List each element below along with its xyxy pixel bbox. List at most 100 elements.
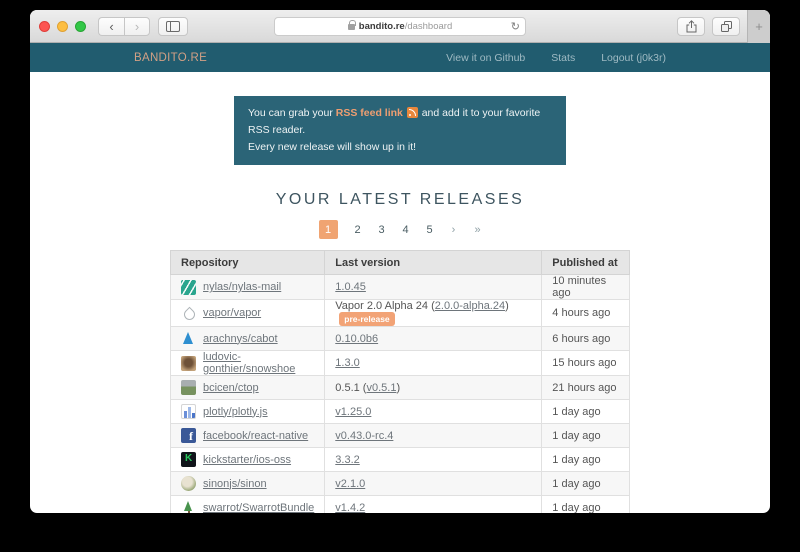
version-link[interactable]: 2.0.0-alpha.24 bbox=[435, 300, 505, 312]
rss-icon[interactable] bbox=[407, 107, 418, 118]
header-repository: Repository bbox=[171, 251, 325, 275]
browser-window: ‹ › bandito.re/dashboard ↻ bbox=[30, 10, 770, 513]
published-cell: 1 day ago bbox=[542, 496, 630, 514]
table-header-row: Repository Last version Published at bbox=[171, 251, 630, 275]
header-published-at: Published at bbox=[542, 251, 630, 275]
table-row: kickstarter/ios-oss 3.3.2 1 day ago bbox=[171, 448, 630, 472]
prerelease-badge: pre-release bbox=[339, 312, 394, 326]
repo-link[interactable]: facebook/react-native bbox=[203, 430, 308, 442]
rss-feed-link[interactable]: RSS feed link bbox=[336, 107, 403, 119]
version-suffix: ) bbox=[396, 382, 400, 394]
repo-icon bbox=[181, 476, 196, 491]
releases-table-body: nylas/nylas-mail 1.0.45 10 minutes ago v… bbox=[171, 275, 630, 514]
new-tab-button[interactable]: + bbox=[747, 10, 770, 43]
page-item[interactable]: » bbox=[474, 224, 482, 236]
rss-notice-line2: Every new release will show up in it! bbox=[248, 139, 552, 156]
site-navbar: BANDITO.RE View it on Github Stats Logou… bbox=[30, 43, 770, 72]
page-item[interactable]: 3 bbox=[378, 224, 386, 236]
version-suffix: ) bbox=[505, 300, 509, 312]
share-icon bbox=[686, 20, 697, 33]
page-title: YOUR LATEST RELEASES bbox=[30, 191, 770, 209]
repo-icon bbox=[181, 280, 196, 295]
tabs-overview-button[interactable] bbox=[712, 17, 740, 36]
table-row: swarrot/SwarrotBundle v1.4.2 1 day ago bbox=[171, 496, 630, 514]
table-row: sinonjs/sinon v2.1.0 1 day ago bbox=[171, 472, 630, 496]
back-button[interactable]: ‹ bbox=[98, 17, 124, 36]
published-cell: 15 hours ago bbox=[542, 351, 630, 376]
version-link[interactable]: v0.43.0-rc.4 bbox=[335, 430, 393, 442]
published-cell: 1 day ago bbox=[542, 472, 630, 496]
table-row: nylas/nylas-mail 1.0.45 10 minutes ago bbox=[171, 275, 630, 300]
repo-link[interactable]: bcicen/ctop bbox=[203, 382, 259, 394]
lock-icon bbox=[348, 24, 355, 30]
refresh-button[interactable]: ↻ bbox=[511, 20, 520, 33]
published-cell: 6 hours ago bbox=[542, 327, 630, 351]
table-row: bcicen/ctop 0.5.1 (v0.5.1) 21 hours ago bbox=[171, 376, 630, 400]
table-row: facebook/react-native v0.43.0-rc.4 1 day… bbox=[171, 424, 630, 448]
pagination: 1 2 3 4 5 › » bbox=[30, 220, 770, 239]
notice-text: You can grab your bbox=[248, 107, 336, 119]
nav-link-stats[interactable]: Stats bbox=[551, 52, 575, 64]
brand-link[interactable]: BANDITO.RE bbox=[134, 52, 207, 64]
repo-link[interactable]: ludovic-gonthier/snowshoe bbox=[203, 351, 314, 375]
sidebar-icon bbox=[166, 21, 180, 32]
tabs-icon bbox=[720, 20, 733, 33]
nav-link-github[interactable]: View it on Github bbox=[446, 52, 525, 64]
repo-link[interactable]: sinonjs/sinon bbox=[203, 478, 267, 490]
forward-button[interactable]: › bbox=[124, 17, 150, 36]
repo-icon bbox=[181, 331, 196, 346]
published-cell: 21 hours ago bbox=[542, 376, 630, 400]
repo-icon bbox=[181, 500, 196, 513]
version-link[interactable]: 1.3.0 bbox=[335, 357, 359, 369]
repo-link[interactable]: arachnys/cabot bbox=[203, 333, 278, 345]
table-row: ludovic-gonthier/snowshoe 1.3.0 15 hours… bbox=[171, 351, 630, 376]
page-item[interactable]: 2 bbox=[354, 224, 362, 236]
table-row: vapor/vapor Vapor 2.0 Alpha 24 (2.0.0-al… bbox=[171, 300, 630, 327]
zoom-window-button[interactable] bbox=[75, 21, 86, 32]
repo-icon bbox=[181, 452, 196, 467]
minimize-window-button[interactable] bbox=[57, 21, 68, 32]
rss-notice: You can grab your RSS feed link and add … bbox=[234, 96, 566, 165]
published-cell: 1 day ago bbox=[542, 400, 630, 424]
version-prefix: 0.5.1 ( bbox=[335, 382, 366, 394]
address-bar[interactable]: bandito.re/dashboard ↻ bbox=[274, 17, 526, 36]
version-link[interactable]: v1.4.2 bbox=[335, 502, 365, 514]
version-link[interactable]: 1.0.45 bbox=[335, 281, 366, 293]
repo-link[interactable]: nylas/nylas-mail bbox=[203, 281, 281, 293]
version-link[interactable]: v0.5.1 bbox=[366, 382, 396, 394]
published-cell: 10 minutes ago bbox=[542, 275, 630, 300]
rss-notice-line1: You can grab your RSS feed link and add … bbox=[248, 105, 552, 139]
page-item[interactable]: › bbox=[450, 224, 458, 236]
table-row: plotly/plotly.js v1.25.0 1 day ago bbox=[171, 400, 630, 424]
url-host: bandito.re bbox=[359, 21, 405, 32]
table-row: arachnys/cabot 0.10.0b6 6 hours ago bbox=[171, 327, 630, 351]
version-link[interactable]: 3.3.2 bbox=[335, 454, 359, 466]
releases-table: Repository Last version Published at nyl… bbox=[170, 250, 630, 513]
repo-link[interactable]: swarrot/SwarrotBundle bbox=[203, 502, 314, 514]
header-last-version: Last version bbox=[325, 251, 542, 275]
repo-link[interactable]: plotly/plotly.js bbox=[203, 406, 268, 418]
version-link[interactable]: v1.25.0 bbox=[335, 406, 371, 418]
url-path: /dashboard bbox=[405, 21, 453, 32]
repo-link[interactable]: vapor/vapor bbox=[203, 307, 261, 319]
close-window-button[interactable] bbox=[39, 21, 50, 32]
published-cell: 1 day ago bbox=[542, 448, 630, 472]
version-link[interactable]: v2.1.0 bbox=[335, 478, 365, 490]
repo-link[interactable]: kickstarter/ios-oss bbox=[203, 454, 291, 466]
version-prefix: Vapor 2.0 Alpha 24 ( bbox=[335, 300, 434, 312]
repo-icon bbox=[181, 306, 196, 321]
page-item[interactable]: 4 bbox=[402, 224, 410, 236]
published-cell: 4 hours ago bbox=[542, 300, 630, 327]
page-item[interactable]: 1 bbox=[319, 220, 338, 239]
repo-icon bbox=[181, 380, 196, 395]
nav-link-logout[interactable]: Logout (j0k3r) bbox=[601, 52, 666, 64]
share-button[interactable] bbox=[677, 17, 705, 36]
repo-icon bbox=[181, 428, 196, 443]
repo-icon bbox=[181, 404, 196, 419]
repo-icon bbox=[181, 356, 196, 371]
browser-toolbar: ‹ › bandito.re/dashboard ↻ bbox=[30, 10, 770, 43]
version-link[interactable]: 0.10.0b6 bbox=[335, 333, 378, 345]
window-controls bbox=[39, 21, 86, 32]
page-item[interactable]: 5 bbox=[426, 224, 434, 236]
sidebar-toggle-button[interactable] bbox=[158, 17, 188, 36]
